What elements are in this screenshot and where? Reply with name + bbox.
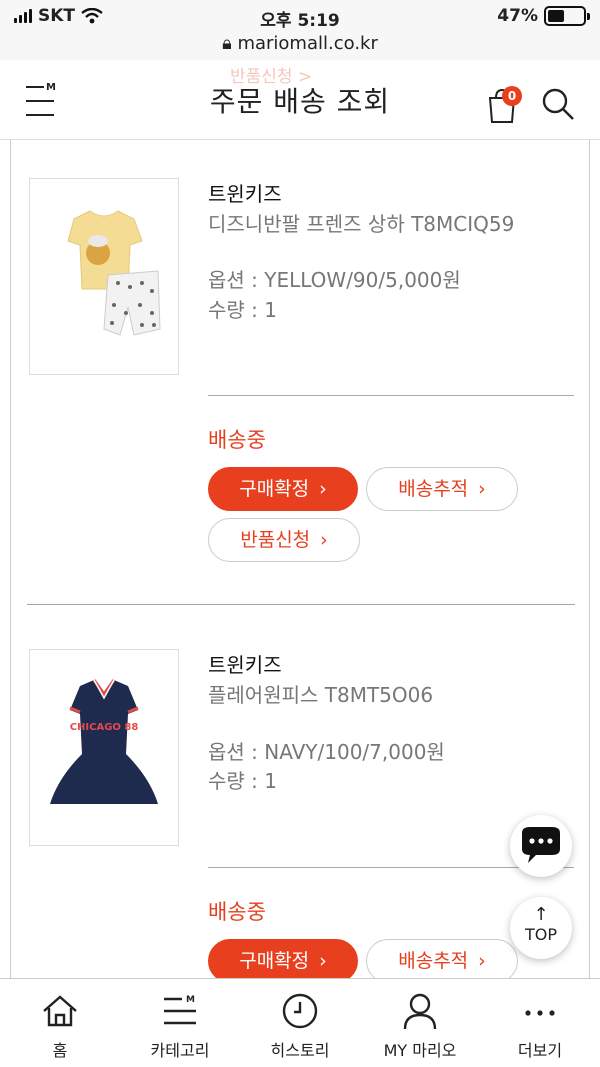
brand-name: 트윈키즈 — [208, 653, 282, 677]
product-thumbnail[interactable] — [29, 178, 179, 375]
chevron-right-icon: › — [320, 529, 328, 551]
battery-info: 47% — [497, 6, 590, 26]
product-thumbnail[interactable]: CHICAGO 88 — [29, 649, 179, 846]
svg-text:M: M — [186, 995, 195, 1005]
user-icon — [403, 993, 437, 1030]
product-image-tshirt-set — [67, 210, 161, 336]
arrow-up-icon: ↑ — [533, 904, 549, 925]
track-delivery-button[interactable]: 배송추적 › — [366, 467, 518, 511]
product-name[interactable]: 플레어원피스 T8MT5O06 — [208, 679, 433, 708]
bottom-nav: 홈 M 카테고리 히스토리 MY 마리오 더보기 — [0, 978, 600, 1067]
confirm-purchase-button[interactable]: 구매확정 › — [208, 467, 358, 511]
nav-home[interactable]: 홈 — [0, 979, 120, 1067]
order-list: 트윈키즈 디즈니반팔 프렌즈 상하 T8MCIQ59 옵션 : YELLOW/9… — [10, 140, 590, 978]
chat-button[interactable] — [510, 815, 572, 877]
chevron-right-icon: › — [478, 478, 486, 500]
url-text: mariomall.co.kr — [237, 33, 378, 54]
nav-my-mario[interactable]: MY 마리오 — [360, 979, 480, 1067]
divider — [208, 395, 574, 396]
search-icon[interactable] — [540, 86, 576, 122]
chevron-right-icon: › — [478, 950, 486, 972]
top-label: TOP — [524, 925, 557, 944]
battery-percent: 47% — [497, 6, 538, 26]
track-delivery-button[interactable]: 배송추적 › — [366, 939, 518, 978]
delivery-status: 배송중 — [208, 428, 266, 452]
history-icon — [282, 993, 318, 1029]
status-bar: SKT 오후 5:19 47% 🔒︎ mariomall.co.kr — [0, 0, 600, 60]
home-icon — [43, 995, 77, 1027]
confirm-purchase-button[interactable]: 구매확정 › — [208, 939, 358, 978]
url-bar[interactable]: 🔒︎ mariomall.co.kr — [0, 33, 600, 54]
lock-icon: 🔒︎ — [222, 33, 232, 54]
product-image-dress: CHICAGO 88 — [50, 679, 158, 804]
brand-name: 트윈키즈 — [208, 182, 282, 206]
product-quantity: 수량 : 1 — [208, 298, 277, 322]
product-quantity: 수량 : 1 — [208, 769, 277, 793]
product-name[interactable]: 디즈니반팔 프렌즈 상하 T8MCIQ59 — [208, 208, 514, 237]
delivery-status: 배송중 — [208, 900, 266, 924]
battery-icon — [544, 6, 590, 26]
chevron-right-icon: › — [319, 950, 327, 972]
product-option: 옵션 : YELLOW/90/5,000원 — [208, 268, 461, 292]
product-option: 옵션 : NAVY/100/7,000원 — [208, 740, 445, 764]
chevron-right-icon: › — [319, 478, 327, 500]
more-icon — [525, 1010, 555, 1016]
dress-print-text: CHICAGO 88 — [70, 722, 139, 733]
chat-bubble-icon — [522, 827, 560, 863]
nav-category[interactable]: M 카테고리 — [120, 979, 240, 1067]
category-icon: M — [164, 995, 196, 1025]
cart-count-badge: 0 — [502, 86, 522, 106]
order-divider — [27, 604, 575, 605]
scroll-top-button[interactable]: ↑ TOP — [510, 897, 572, 959]
nav-history[interactable]: 히스토리 — [240, 979, 360, 1067]
nav-more[interactable]: 더보기 — [480, 979, 600, 1067]
return-request-button[interactable]: 반품신청 › — [208, 518, 360, 562]
